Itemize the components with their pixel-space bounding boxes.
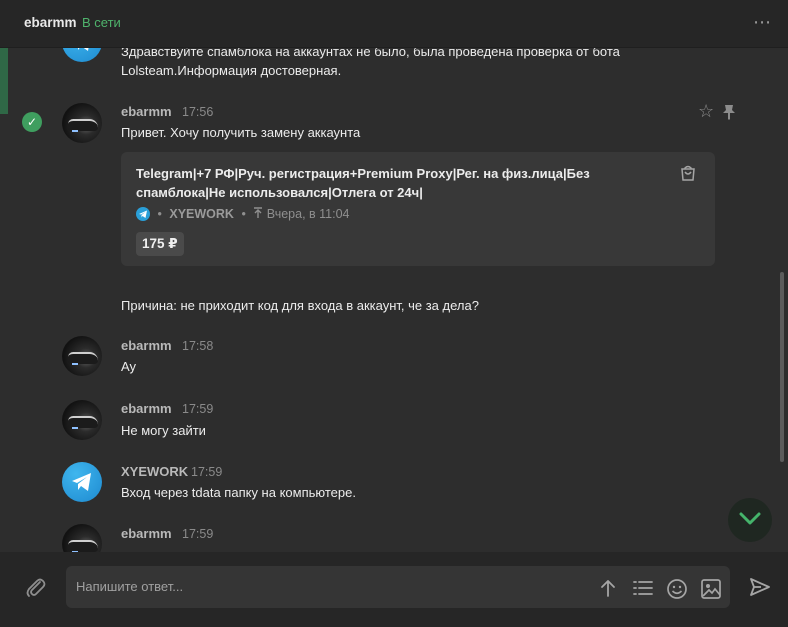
seller-link[interactable]: XYEWORK [169, 207, 234, 221]
message-time: 17:59 [182, 527, 214, 541]
bump-up-icon [254, 207, 263, 218]
message-text: Lolsteam.Информация достоверная. [121, 63, 342, 78]
telegram-logo-icon [72, 473, 91, 491]
more-options-icon[interactable]: ⋯ [753, 12, 772, 33]
message-list: Здравствуйте спамблока на аккаунтах не б… [0, 48, 788, 552]
message-text: Ау [121, 359, 137, 374]
sender-name[interactable]: XYEWORK [121, 464, 188, 479]
selection-accent-bar [0, 48, 8, 114]
message-text: Здравствуйте спамблока на аккаунтах не б… [121, 48, 620, 59]
chat-header: ebarmm В сети ⋯ [0, 0, 788, 48]
avatar[interactable] [62, 400, 102, 440]
message-input[interactable]: Напишите ответ... [66, 566, 730, 608]
paperclip-icon[interactable] [24, 576, 48, 600]
online-status: В сети [82, 15, 121, 30]
scrollbar[interactable] [780, 272, 784, 462]
avatar[interactable] [62, 103, 102, 143]
message-time: 17:56 [182, 105, 214, 119]
message-time: 17:59 [182, 402, 214, 416]
image-icon[interactable] [700, 578, 722, 600]
product-date: Вчера, в 11:04 [266, 207, 350, 221]
sender-name[interactable]: ebarmm [121, 526, 172, 541]
avatar[interactable] [62, 336, 102, 376]
avatar[interactable] [62, 462, 102, 502]
arrow-up-icon[interactable] [598, 578, 618, 598]
pin-icon[interactable] [722, 104, 736, 120]
message-text: Причина: не приходит код для входа в акк… [121, 298, 479, 313]
emoji-icon[interactable] [666, 578, 688, 600]
message-text: Привет. Хочу получить замену аккаунта [121, 125, 361, 140]
product-card[interactable]: Telegram|+7 РФ|Руч. регистрация+Premium … [121, 152, 715, 266]
product-meta: • XYEWORK • Вчера, в 11:04 [136, 207, 350, 223]
avatar[interactable] [62, 48, 102, 62]
sender-name[interactable]: ebarmm [121, 401, 172, 416]
chevron-down-icon [739, 512, 761, 525]
list-icon[interactable] [632, 578, 654, 598]
message-composer: Напишите ответ... [0, 552, 788, 627]
selected-check-icon[interactable]: ✓ [22, 112, 42, 132]
telegram-icon [136, 207, 150, 221]
avatar[interactable] [62, 524, 102, 552]
sender-name[interactable]: ebarmm [121, 104, 172, 119]
message-time: 17:59 [191, 465, 223, 479]
shopping-bag-icon[interactable] [679, 164, 697, 182]
message-text: Не могу зайти [121, 423, 206, 438]
send-icon[interactable] [749, 577, 771, 597]
sender-name[interactable]: ebarmm [121, 338, 172, 353]
chat-title[interactable]: ebarmm [24, 15, 77, 30]
message-input-placeholder: Напишите ответ... [76, 579, 184, 594]
star-icon[interactable]: ☆ [698, 101, 714, 122]
message-text: Вход через tdata папку на компьютере. [121, 485, 356, 500]
message-time: 17:58 [182, 339, 214, 353]
price-badge: 175 ₽ [136, 232, 184, 256]
scroll-to-bottom-button[interactable] [728, 498, 772, 542]
product-title[interactable]: Telegram|+7 РФ|Руч. регистрация+Premium … [136, 164, 666, 202]
